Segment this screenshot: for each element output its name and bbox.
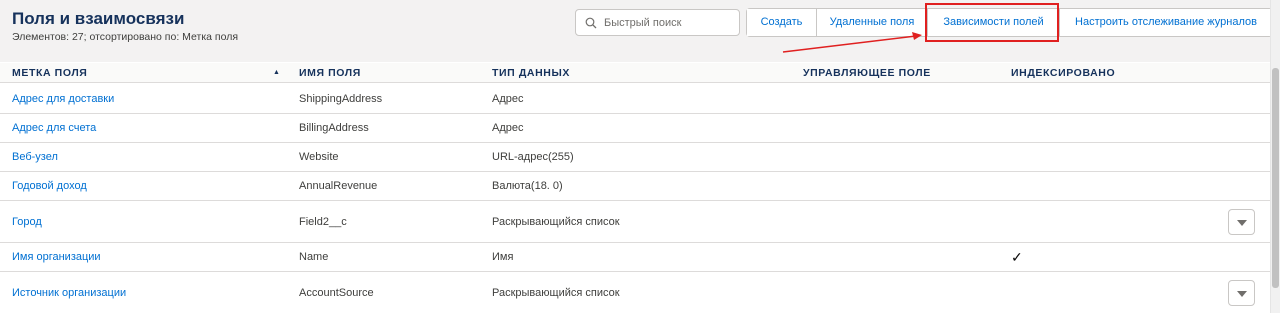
field-label-link[interactable]: Годовой доход — [12, 180, 87, 192]
table-row: Имя организации Name Имя ✓ — [0, 243, 1270, 272]
field-api-name: AnnualRevenue — [299, 180, 378, 192]
field-label-link[interactable]: Город — [12, 216, 42, 228]
table-row: Адрес для счета BillingAddress Адрес — [0, 114, 1270, 143]
row-actions-menu-button[interactable] — [1228, 280, 1255, 306]
table-row: Источник организации AccountSource Раскр… — [0, 272, 1270, 313]
vertical-scrollbar[interactable] — [1270, 0, 1280, 313]
field-data-type: URL-адрес(255) — [492, 151, 574, 163]
page-title: Поля и взаимосвязи — [12, 9, 185, 28]
field-data-type: Адрес — [492, 93, 524, 105]
field-label-link[interactable]: Адрес для счета — [12, 122, 96, 134]
indexed-checkmark-icon: ✓ — [1011, 249, 1023, 265]
field-api-name: Website — [299, 151, 339, 163]
field-api-name: ShippingAddress — [299, 93, 383, 105]
search-icon — [585, 17, 597, 29]
field-label-link[interactable]: Адрес для доставки — [12, 93, 114, 105]
track-history-button[interactable]: Настроить отслеживание журналов — [1060, 9, 1272, 36]
field-data-type: Имя — [492, 251, 514, 263]
column-header-controlling-field[interactable]: Управляющее поле — [803, 67, 931, 79]
sort-ascending-icon[interactable]: ▲ — [273, 69, 280, 76]
item-count-subtitle: Элементов: 27; отсортировано по: Метка п… — [12, 31, 239, 43]
field-label-link[interactable]: Имя организации — [12, 251, 101, 263]
search-placeholder: Быстрый поиск — [604, 17, 682, 29]
field-api-name: Name — [299, 251, 329, 263]
field-label-link[interactable]: Веб-узел — [12, 151, 58, 163]
scrollbar-thumb[interactable] — [1272, 68, 1279, 288]
table-row: Город Field2__c Раскрывающийся список — [0, 201, 1270, 243]
page-header: Поля и взаимосвязи Элементов: 27; отсорт… — [0, 0, 1280, 62]
field-data-type: Раскрывающийся список — [492, 287, 620, 299]
table-header: Метка поля ▲ Имя поля Тип данных Управля… — [0, 63, 1270, 83]
quick-search-input[interactable]: Быстрый поиск — [575, 9, 740, 36]
table-row: Годовой доход AnnualRevenue Валюта(18. 0… — [0, 172, 1270, 201]
field-api-name: AccountSource — [299, 287, 374, 299]
column-header-api-name[interactable]: Имя поля — [299, 67, 361, 79]
row-actions-menu-button[interactable] — [1228, 209, 1255, 235]
field-api-name: Field2__c — [299, 216, 347, 228]
column-header-indexed[interactable]: Индексировано — [1011, 67, 1115, 79]
highlight-box — [925, 3, 1059, 42]
arrow-annotation — [782, 32, 922, 53]
field-api-name: BillingAddress — [299, 122, 369, 134]
field-label-link[interactable]: Источник организации — [12, 287, 126, 299]
field-data-type: Адрес — [492, 122, 524, 134]
table-row: Адрес для доставки ShippingAddress Адрес — [0, 84, 1270, 114]
column-header-data-type[interactable]: Тип данных — [492, 67, 570, 79]
field-data-type: Валюта(18. 0) — [492, 180, 563, 192]
table-row: Веб-узел Website URL-адрес(255) — [0, 143, 1270, 172]
field-data-type: Раскрывающийся список — [492, 216, 620, 228]
column-header-label[interactable]: Метка поля — [12, 67, 87, 79]
